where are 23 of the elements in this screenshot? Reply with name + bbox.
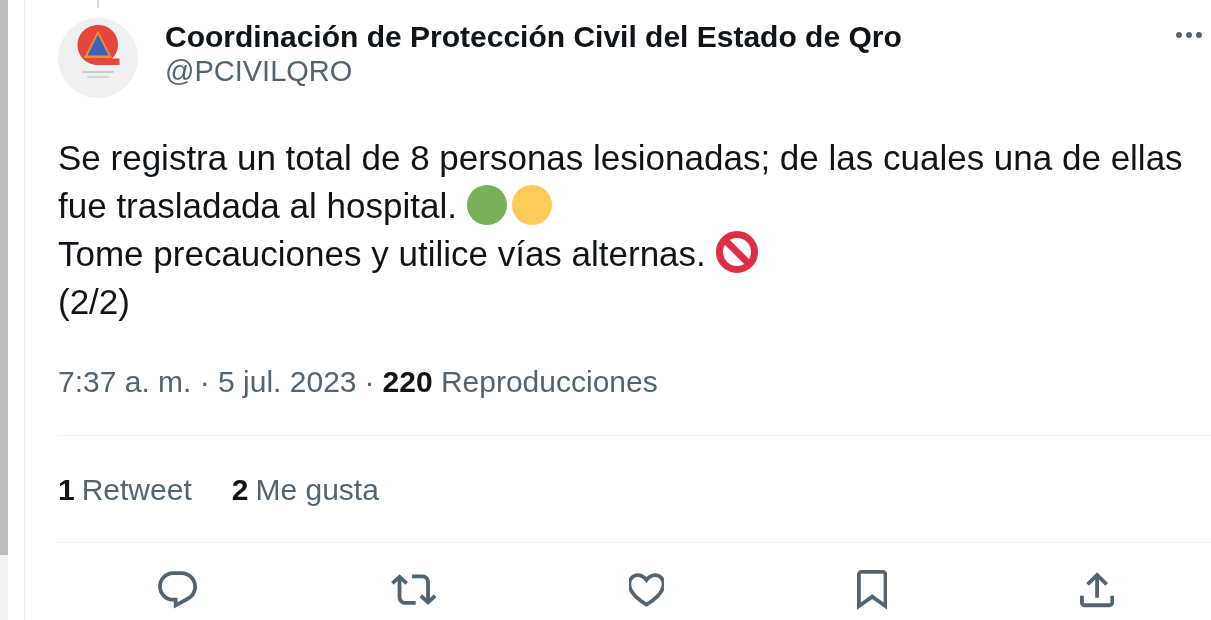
bookmark-button[interactable] bbox=[856, 570, 888, 610]
more-icon bbox=[1176, 32, 1202, 38]
prohibited-sign-icon bbox=[715, 231, 758, 273]
share-button[interactable] bbox=[1080, 572, 1115, 608]
tweet-text: (2/2) bbox=[58, 282, 130, 321]
view-count: 220 Reproducciones bbox=[382, 365, 658, 399]
heart-icon bbox=[629, 573, 664, 607]
tweet-text: Tome precauciones y utilice vías alternas. bbox=[58, 234, 706, 273]
engagement-link[interactable]: 2 Me gusta bbox=[231, 473, 379, 507]
timestamp-link[interactable]: 7:37 a. m. · 5 jul. 2023 bbox=[58, 365, 357, 399]
reply-button[interactable] bbox=[158, 571, 198, 609]
author-name[interactable]: Coordinación de Protección Civil del Estado de Qro bbox=[165, 20, 902, 54]
bookmark-icon bbox=[856, 570, 888, 610]
upload-arrow-icon bbox=[1080, 572, 1115, 608]
author-handle[interactable]: @PCIVILQRO bbox=[165, 54, 353, 88]
speech-bubble-icon bbox=[158, 571, 198, 609]
like-button[interactable] bbox=[629, 573, 664, 607]
repost-button[interactable] bbox=[390, 574, 437, 606]
avatar-logo-icon[interactable] bbox=[58, 18, 138, 98]
engagement-link[interactable]: 1 Retweet bbox=[58, 473, 192, 507]
separator-dot: · bbox=[364, 365, 375, 399]
repost-arrows-icon bbox=[390, 574, 437, 606]
tweet-text: Se registra un total de 8 personas lesionadas; de las cuales una de ellas fue trasladada al hospital. bbox=[58, 138, 1183, 225]
